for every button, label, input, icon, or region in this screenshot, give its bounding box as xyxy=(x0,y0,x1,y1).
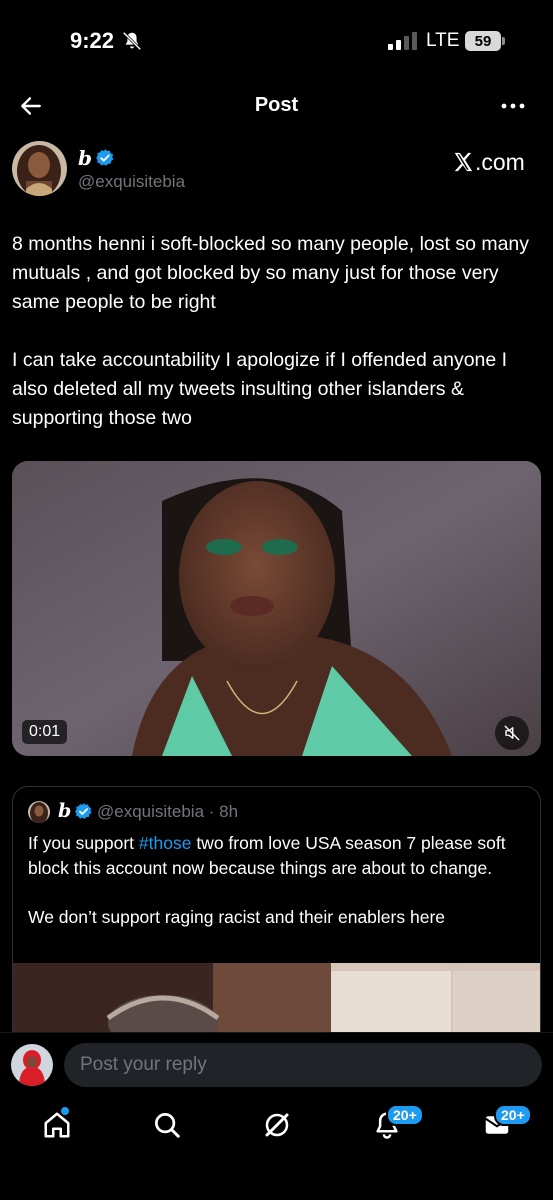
quoted-author-avatar xyxy=(28,801,50,823)
author-name[interactable]: b xyxy=(78,146,92,170)
quoted-paragraph-2: We don’t support raging racist and their… xyxy=(28,906,446,927)
battery-level: 59 xyxy=(474,32,492,50)
quoted-meta: @exquisitebia · 8h xyxy=(97,802,239,821)
quoted-post[interactable]: b @exquisitebia · 8h If you support #tho… xyxy=(12,786,541,1046)
user-avatar[interactable] xyxy=(11,1044,53,1086)
post-body: 8 months henni i soft-blocked so many pe… xyxy=(12,230,542,462)
home-notification-dot xyxy=(61,1107,69,1115)
post-paragraph: 8 months henni i soft-blocked so many pe… xyxy=(12,233,530,313)
bell-off-icon xyxy=(122,31,142,51)
post-paragraph: I can take accountability I apologize if… xyxy=(12,349,508,429)
battery-tip xyxy=(502,37,505,45)
home-icon[interactable] xyxy=(42,1110,72,1140)
x-logo-icon xyxy=(454,152,473,172)
network-label: LTE xyxy=(426,30,460,51)
x-watermark-text: .com xyxy=(475,148,525,175)
video-timestamp: 0:01 xyxy=(22,720,68,744)
status-bar: 9:22 LTE 59 xyxy=(0,0,553,84)
mute-button[interactable] xyxy=(495,716,529,750)
battery-icon: 59 xyxy=(465,31,501,51)
messages-badge: 20+ xyxy=(494,1104,532,1126)
quoted-body: If you support #those two from love USA … xyxy=(28,831,528,954)
quoted-paragraph: If you support #those two from love USA … xyxy=(28,831,528,880)
grok-icon[interactable] xyxy=(262,1110,292,1140)
search-icon[interactable] xyxy=(152,1110,182,1140)
video-frame xyxy=(12,461,541,756)
video-player[interactable] xyxy=(12,461,541,756)
page-title: Post xyxy=(254,94,299,116)
quoted-author-name: b xyxy=(58,800,72,822)
x-watermark: .com xyxy=(452,148,525,176)
hashtag-link[interactable]: #those xyxy=(139,833,192,853)
speaker-muted-icon xyxy=(504,725,520,741)
top-header: Post xyxy=(0,84,553,128)
author-avatar[interactable] xyxy=(12,141,67,196)
status-time: 9:22 xyxy=(70,28,115,53)
notifications-badge: 20+ xyxy=(386,1104,424,1126)
bottom-nav: 20+ 20+ xyxy=(0,1098,553,1200)
more-options-icon[interactable] xyxy=(498,94,528,118)
quoted-text-before: If you support xyxy=(28,833,139,853)
signal-icon xyxy=(388,32,417,50)
author-handle[interactable]: @exquisitebia xyxy=(78,172,185,192)
reply-input[interactable] xyxy=(64,1043,542,1087)
verified-badge-icon xyxy=(75,803,92,819)
reply-bar xyxy=(0,1032,553,1098)
verified-badge-icon xyxy=(96,149,114,166)
